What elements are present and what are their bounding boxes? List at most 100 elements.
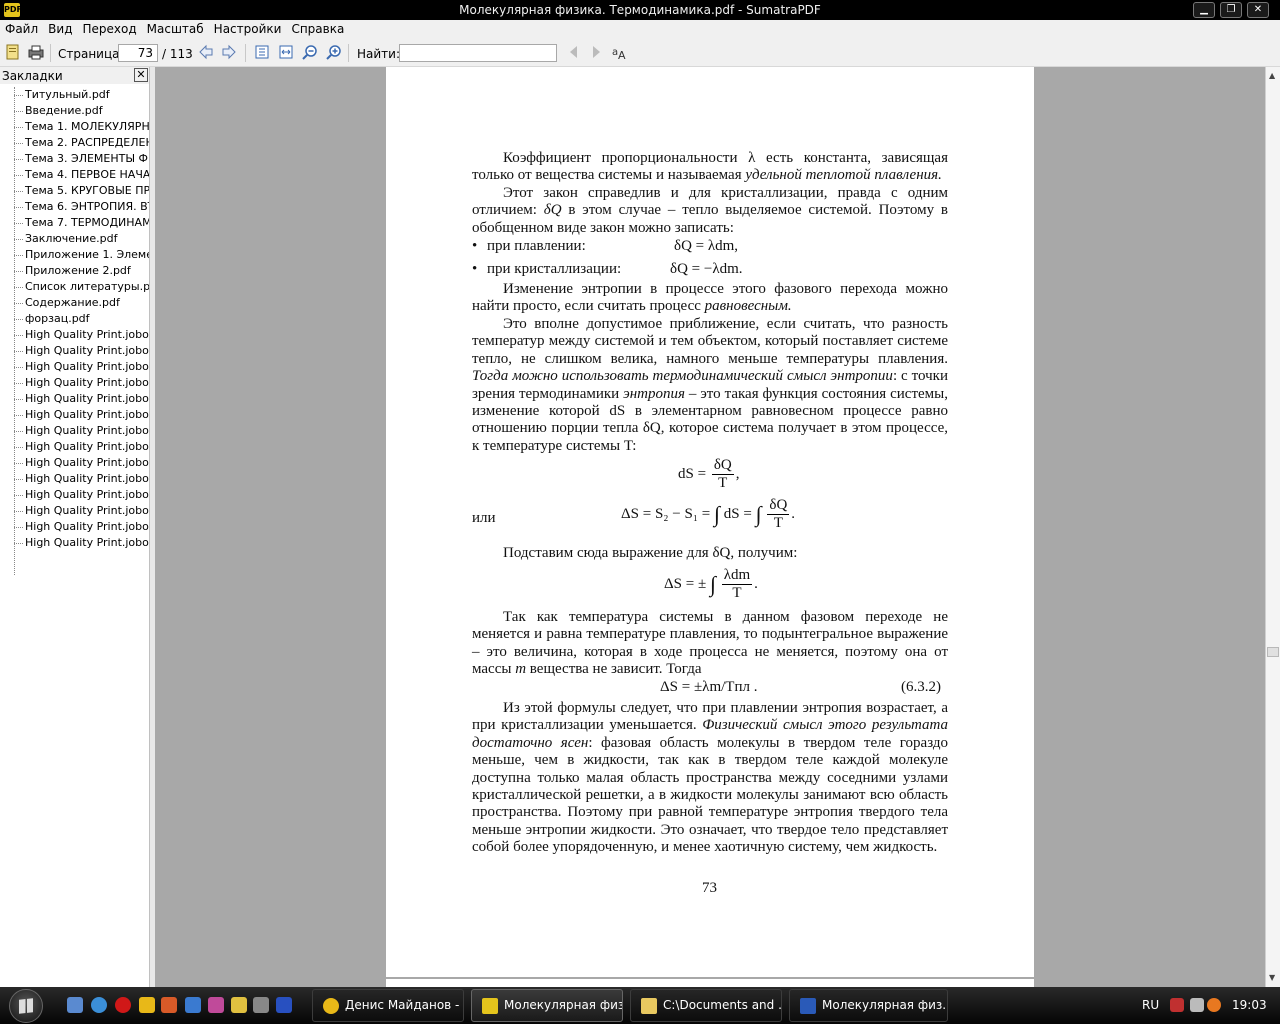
taskbar-item-explorer[interactable]: C:\Documents and ... (630, 989, 782, 1022)
bookmark-item[interactable]: Список литературы.pdf (0, 279, 149, 295)
bookmark-item[interactable]: High Quality Print.jobop (0, 519, 149, 535)
scroll-up-icon[interactable]: ▲ (1269, 71, 1275, 80)
find-label: Найти: (357, 47, 401, 61)
bookmark-item[interactable]: Тема 6. ЭНТРОПИЯ. ВТО (0, 199, 149, 215)
menu-zoom[interactable]: Масштаб (142, 20, 209, 38)
show-desktop-icon[interactable] (67, 997, 83, 1013)
word-icon (800, 998, 816, 1014)
app-launcher-icon[interactable] (161, 997, 177, 1013)
bookmark-item[interactable]: High Quality Print.jobop (0, 375, 149, 391)
equation-number: (6.3.2) (901, 679, 941, 695)
network-status-icon[interactable] (1170, 998, 1184, 1012)
sidebar-header: Закладки ✕ (0, 67, 149, 84)
network-icon[interactable] (185, 997, 201, 1013)
bookmark-item[interactable]: Введение.pdf (0, 103, 149, 119)
scroll-thumb[interactable] (1267, 647, 1279, 657)
bookmark-item[interactable]: Тема 3. ЭЛЕМЕНТЫ ФИЗ (0, 151, 149, 167)
toolbar-separator (50, 44, 51, 62)
match-case-icon[interactable]: aA (612, 44, 628, 60)
taskbar-item-word[interactable]: Молекулярная физ... (789, 989, 948, 1022)
menu-view[interactable]: Вид (43, 20, 77, 38)
close-window-button[interactable]: ✕ (1247, 2, 1269, 18)
utility-icon[interactable] (253, 997, 269, 1013)
aimp-icon[interactable] (139, 997, 155, 1013)
open-file-icon[interactable] (5, 44, 21, 60)
paragraph-6: Так как температура системы в данном фаз… (472, 609, 948, 678)
antivirus-icon[interactable] (1207, 998, 1221, 1012)
print-icon[interactable] (28, 44, 44, 60)
bookmark-item[interactable]: High Quality Print.jobop (0, 455, 149, 471)
sidebar-title: Закладки (2, 69, 63, 83)
save-icon[interactable] (276, 997, 292, 1013)
menu-go[interactable]: Переход (77, 20, 141, 38)
opera-icon[interactable] (115, 997, 131, 1013)
bookmark-item[interactable]: Тема 2. РАСПРЕДЕЛЕНИ (0, 135, 149, 151)
bookmark-item[interactable]: Тема 5. КРУГОВЫЕ ПРО (0, 183, 149, 199)
formula-ds: dS = δQ T, (678, 457, 740, 491)
bookmark-item[interactable]: High Quality Print.jobop (0, 535, 149, 551)
taskbar-item-aimp[interactable]: Денис Майданов - ... (312, 989, 464, 1022)
menu-file[interactable]: Файл (0, 20, 43, 38)
find-prev-icon[interactable] (566, 44, 582, 60)
bookmark-item[interactable]: High Quality Print.jobop (0, 391, 149, 407)
scroll-down-icon[interactable]: ▼ (1269, 973, 1275, 982)
bullet-icon: • (472, 261, 478, 277)
language-indicator[interactable]: RU (1142, 987, 1159, 1024)
package-icon[interactable] (208, 997, 224, 1013)
zoom-in-icon[interactable] (326, 44, 342, 60)
bookmark-item[interactable]: High Quality Print.jobop (0, 327, 149, 343)
menu-settings[interactable]: Настройки (209, 20, 287, 38)
taskbar-item-sumatra[interactable]: Молекулярная физ... (471, 989, 623, 1022)
paragraph-1: Коэффициент пропорциональности λ есть ко… (472, 150, 948, 184)
bookmark-item[interactable]: High Quality Print.jobop (0, 343, 149, 359)
bookmarks-sidebar: Закладки ✕ Титульный.pdf Введение.pdf Тема… (0, 67, 150, 987)
fit-page-icon[interactable] (254, 44, 270, 60)
page-number-input[interactable]: 73 (118, 44, 158, 62)
bookmark-item[interactable]: High Quality Print.jobop (0, 359, 149, 375)
toolbar-separator (245, 44, 246, 62)
bookmark-item[interactable]: High Quality Print.jobop (0, 503, 149, 519)
toolbar: Страница: 73 / 113 Найти: aA (0, 39, 1280, 67)
fit-width-icon[interactable] (278, 44, 294, 60)
bookmark-item[interactable]: High Quality Print.jobop (0, 471, 149, 487)
bookmark-item[interactable]: High Quality Print.jobop (0, 439, 149, 455)
next-page-icon[interactable] (221, 44, 237, 60)
menu-help[interactable]: Справка (286, 20, 349, 38)
folder-tool-icon[interactable] (231, 997, 247, 1013)
bookmark-item[interactable]: High Quality Print.jobop (0, 487, 149, 503)
paragraph-7: Из этой формулы следует, что при плавлен… (472, 700, 949, 856)
bookmark-item[interactable]: Тема 7. ТЕРМОДИНАМИ (0, 215, 149, 231)
internet-explorer-icon[interactable] (91, 997, 107, 1013)
maximize-button[interactable]: ❐ (1220, 2, 1242, 18)
paragraph-2: Этот закон справедлив и для кристаллизац… (472, 185, 948, 236)
bookmark-item[interactable]: Титульный.pdf (0, 87, 149, 103)
start-button[interactable] (9, 989, 43, 1023)
bookmark-item[interactable]: Приложение 1. Элемен (0, 247, 149, 263)
document-view[interactable]: Коэффициент пропорциональности λ есть ко… (155, 67, 1265, 987)
sumatra-icon (482, 998, 498, 1014)
title-bar: PDF Молекулярная физика. Термодинамика.p… (0, 0, 1280, 20)
bookmark-item[interactable]: Приложение 2.pdf (0, 263, 149, 279)
bookmark-item[interactable]: High Quality Print.jobop (0, 423, 149, 439)
find-input[interactable] (399, 44, 557, 62)
bookmark-item[interactable]: форзац.pdf (0, 311, 149, 327)
zoom-out-icon[interactable] (302, 44, 318, 60)
bookmark-item[interactable]: Заключение.pdf (0, 231, 149, 247)
clock[interactable]: 19:03 (1232, 987, 1267, 1024)
svg-text:A: A (618, 49, 626, 60)
window-title: Молекулярная физика. Термодинамика.pdf -… (459, 3, 821, 17)
bookmark-item[interactable]: Тема 4. ПЕРВОЕ НАЧАЛО (0, 167, 149, 183)
close-sidebar-icon[interactable]: ✕ (134, 68, 148, 82)
find-next-icon[interactable] (588, 44, 604, 60)
bookmark-item[interactable]: Содержание.pdf (0, 295, 149, 311)
vertical-scrollbar[interactable]: ▲ ▼ (1265, 67, 1280, 987)
bookmark-item[interactable]: High Quality Print.jobop (0, 407, 149, 423)
volume-icon[interactable] (1190, 998, 1204, 1012)
prev-page-icon[interactable] (198, 44, 214, 60)
paragraph-5: Подставим сюда выражение для δQ, получим… (503, 545, 798, 561)
paragraph-3: Изменение энтропии в процессе этого фазо… (472, 281, 948, 315)
bookmark-item[interactable]: Тема 1. МОЛЕКУЛЯРНО- (0, 119, 149, 135)
minimize-button[interactable]: ▁ (1193, 2, 1215, 18)
folder-icon (641, 998, 657, 1014)
pdf-page: Коэффициент пропорциональности λ есть ко… (386, 67, 1034, 977)
